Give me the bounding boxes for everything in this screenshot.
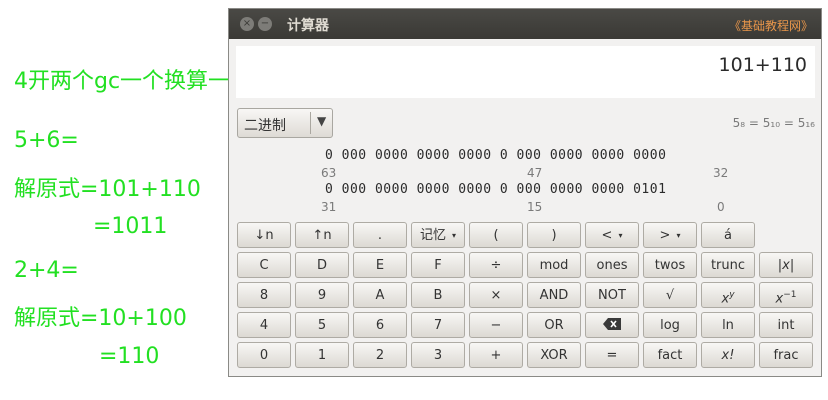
key-e[interactable]: E	[353, 252, 407, 278]
close-paren-button[interactable]: )	[527, 222, 581, 248]
subtract-button[interactable]: −	[469, 312, 523, 338]
calculator-window: × − 计算器 《基础教程网》 101+110 二进制 ▼ 5₈ = 5₁₀ =…	[228, 8, 822, 377]
key-2[interactable]: 2	[353, 342, 407, 368]
shift-right-button[interactable]: > ▾	[643, 222, 697, 248]
factorize-button[interactable]: fact	[643, 342, 697, 368]
display-field[interactable]: 101+110	[236, 46, 815, 98]
ones-complement-button[interactable]: ones	[585, 252, 639, 278]
twos-complement-button[interactable]: twos	[643, 252, 697, 278]
equals-button[interactable]: =	[585, 342, 639, 368]
number-base-label: 二进制	[244, 118, 286, 134]
bit-row-lower[interactable]: 0 000 0000 0000 0000 0 000 0000 0000 010…	[325, 182, 666, 197]
backspace-button[interactable]	[585, 312, 639, 338]
factorial-button[interactable]: x!	[701, 342, 755, 368]
shift-left-button[interactable]: < ▾	[585, 222, 639, 248]
note-line-1: 4开两个gc一个换算一	[14, 69, 231, 94]
add-button[interactable]: +	[469, 342, 523, 368]
integer-button[interactable]: int	[759, 312, 813, 338]
xor-button[interactable]: XOR	[527, 342, 581, 368]
key-9[interactable]: 9	[295, 282, 349, 308]
absolute-value-button[interactable]: |x|	[759, 252, 813, 278]
note-line-6: 解原式=10+100	[14, 306, 187, 331]
key-d[interactable]: D	[295, 252, 349, 278]
base-conversion-info: 5₈ = 5₁₀ = 5₁₆	[732, 116, 815, 130]
inverse-exponent: −1	[783, 290, 797, 300]
note-line-5: 2+4=	[14, 258, 79, 283]
square-root-button[interactable]: √	[643, 282, 697, 308]
power-exponent: y	[729, 290, 735, 300]
log-button[interactable]: log	[643, 312, 697, 338]
memory-button[interactable]: 记忆 ▾	[411, 222, 465, 248]
chevron-down-icon[interactable]: ▼	[317, 114, 326, 128]
chevron-down-icon: ▾	[452, 231, 457, 240]
key-3[interactable]: 3	[411, 342, 465, 368]
bit-row-upper[interactable]: 0 000 0000 0000 0000 0 000 0000 0000 000…	[325, 148, 666, 163]
ln-button[interactable]: ln	[701, 312, 755, 338]
open-paren-button[interactable]: (	[469, 222, 523, 248]
key-6[interactable]: 6	[353, 312, 407, 338]
note-line-2: 5+6=	[14, 128, 79, 153]
key-8[interactable]: 8	[237, 282, 291, 308]
inverse-button[interactable]: x−1	[759, 282, 813, 308]
truncate-button[interactable]: trunc	[701, 252, 755, 278]
note-line-4: =1011	[93, 214, 168, 239]
minimize-icon[interactable]: −	[258, 17, 272, 31]
title-bar[interactable]: × − 计算器 《基础教程网》	[229, 9, 821, 39]
bit-index-31: 31	[321, 200, 337, 214]
power-button[interactable]: xy	[701, 282, 755, 308]
shift-down-button[interactable]: ↓n	[237, 222, 291, 248]
and-button[interactable]: AND	[527, 282, 581, 308]
fraction-button[interactable]: frac	[759, 342, 813, 368]
key-7[interactable]: 7	[411, 312, 465, 338]
key-1[interactable]: 1	[295, 342, 349, 368]
key-5[interactable]: 5	[295, 312, 349, 338]
chevron-down-icon: ▾	[618, 231, 623, 240]
key-f[interactable]: F	[411, 252, 465, 278]
mod-button[interactable]: mod	[527, 252, 581, 278]
select-divider	[310, 112, 311, 134]
key-a[interactable]: A	[353, 282, 407, 308]
shift-right-label: >	[659, 228, 671, 243]
bit-index-0: 0	[717, 200, 725, 214]
multiply-button[interactable]: ×	[469, 282, 523, 308]
not-button[interactable]: NOT	[585, 282, 639, 308]
close-icon[interactable]: ×	[240, 17, 254, 31]
bit-index-63: 63	[321, 166, 337, 180]
window-title: 计算器	[287, 18, 329, 34]
decimal-button[interactable]: .	[353, 222, 407, 248]
bit-index-15: 15	[527, 200, 543, 214]
number-base-select[interactable]: 二进制 ▼	[237, 108, 333, 138]
shift-up-button[interactable]: ↑n	[295, 222, 349, 248]
chevron-down-icon: ▾	[676, 231, 681, 240]
bit-index-47: 47	[527, 166, 543, 180]
display-value: 101+110	[718, 54, 807, 76]
character-button[interactable]: á	[701, 222, 755, 248]
bit-index-32: 32	[713, 166, 729, 180]
key-b[interactable]: B	[411, 282, 465, 308]
or-button[interactable]: OR	[527, 312, 581, 338]
site-watermark: 《基础教程网》	[728, 19, 813, 33]
key-c[interactable]: C	[237, 252, 291, 278]
memory-label: 记忆	[419, 228, 446, 243]
divide-button[interactable]: ÷	[469, 252, 523, 278]
key-0[interactable]: 0	[237, 342, 291, 368]
note-line-7: =110	[99, 344, 160, 369]
key-4[interactable]: 4	[237, 312, 291, 338]
backspace-icon	[603, 318, 621, 330]
note-line-3: 解原式=101+110	[14, 177, 201, 202]
shift-left-label: <	[601, 228, 613, 243]
